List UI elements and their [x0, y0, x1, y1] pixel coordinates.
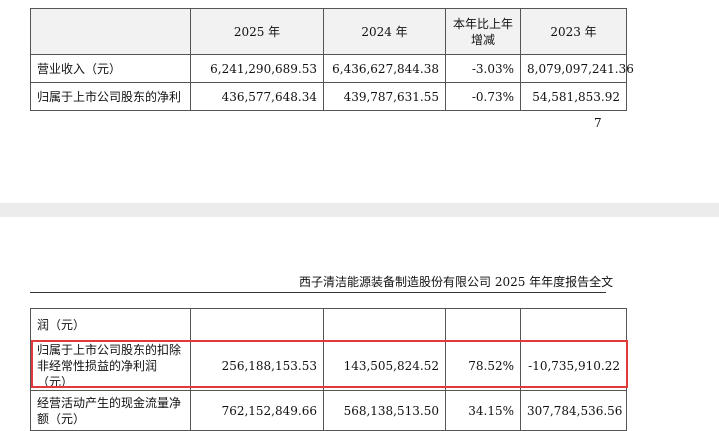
cell-value: 307,784,536.56: [520, 390, 627, 431]
cell-value: -10,735,910.22: [520, 340, 627, 391]
row-label: 归属于上市公司股东的净利: [30, 82, 191, 111]
header-cell-change: 本年比上年增减: [445, 8, 521, 55]
cell-value: 34.15%: [445, 390, 521, 431]
row-label: 润（元）: [30, 308, 191, 341]
cell-value: 54,581,853.92: [520, 82, 627, 111]
table-header-row: 2025 年 2024 年 本年比上年增减 2023 年: [30, 8, 627, 55]
page-number: 7: [594, 116, 602, 130]
row-label: 营业收入（元）: [30, 54, 191, 83]
cell-value: [323, 308, 446, 341]
header-cell-2025: 2025 年: [190, 8, 324, 55]
cell-value: 762,152,849.66: [190, 390, 324, 431]
cell-value: 143,505,824.52: [323, 340, 446, 391]
table-row: 归属于上市公司股东的净利 436,577,648.34 439,787,631.…: [30, 82, 627, 111]
header-rule: [30, 292, 606, 293]
financial-table-top: 2025 年 2024 年 本年比上年增减 2023 年 营业收入（元） 6,2…: [30, 8, 634, 111]
cell-value: 439,787,631.55: [323, 82, 446, 111]
row-label: 归属于上市公司股东的扣除非经常性损益的净利润（元）: [30, 340, 191, 391]
page-separator: [0, 203, 719, 217]
financial-table-bottom: 润（元） 归属于上市公司股东的扣除非经常性损益的净利润（元） 256,188,1…: [30, 308, 627, 431]
cell-value: 78.52%: [445, 340, 521, 391]
cell-value: 6,436,627,844.38: [323, 54, 446, 83]
cell-value: [520, 308, 627, 341]
cell-value: 8,079,097,241.36: [520, 54, 634, 83]
running-header: 西子清洁能源装备制造股份有限公司 2025 年年度报告全文: [299, 275, 614, 289]
cell-value: 436,577,648.34: [190, 82, 324, 111]
table-row-highlighted: 归属于上市公司股东的扣除非经常性损益的净利润（元） 256,188,153.53…: [30, 340, 627, 391]
cell-value: 6,241,290,689.53: [190, 54, 324, 83]
cell-value: 256,188,153.53: [190, 340, 324, 391]
cell-value: [190, 308, 324, 341]
table-row: 营业收入（元） 6,241,290,689.53 6,436,627,844.3…: [30, 54, 634, 83]
row-label: 经营活动产生的现金流量净额（元）: [30, 390, 191, 431]
header-cell-empty: [30, 8, 191, 55]
header-cell-2024: 2024 年: [323, 8, 446, 55]
cell-value: [445, 308, 521, 341]
cell-value: -0.73%: [445, 82, 521, 111]
cell-value: 568,138,513.50: [323, 390, 446, 431]
table-row: 润（元）: [30, 308, 627, 341]
cell-value: -3.03%: [445, 54, 521, 83]
header-cell-2023: 2023 年: [520, 8, 627, 55]
table-row: 经营活动产生的现金流量净额（元） 762,152,849.66 568,138,…: [30, 390, 627, 431]
